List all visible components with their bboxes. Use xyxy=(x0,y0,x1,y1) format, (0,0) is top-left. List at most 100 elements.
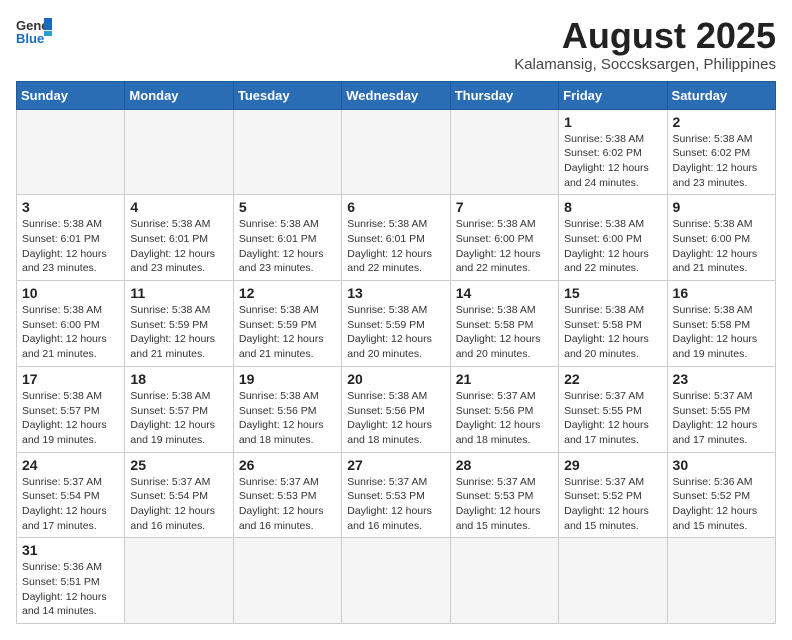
weekday-header-sunday: Sunday xyxy=(17,81,125,109)
day-number: 18 xyxy=(130,371,227,387)
day-info: Sunrise: 5:38 AM Sunset: 6:00 PM Dayligh… xyxy=(22,303,119,362)
calendar-day-cell: 6 Sunrise: 5:38 AM Sunset: 6:01 PM Daylig… xyxy=(342,195,450,281)
calendar-day-cell: 27Sunrise: 5:37 AM Sunset: 5:53 PM Dayli… xyxy=(342,452,450,538)
calendar-day-cell: 21 Sunrise: 5:37 AM Sunset: 5:56 PM Dayli… xyxy=(450,366,558,452)
calendar-day-cell xyxy=(450,109,558,195)
calendar-day-cell: 9 Sunrise: 5:38 AM Sunset: 6:00 PM Daylig… xyxy=(667,195,775,281)
day-info: Sunrise: 5:38 AM Sunset: 6:01 PM Dayligh… xyxy=(239,217,336,276)
calendar-day-cell xyxy=(17,109,125,195)
day-number: 12 xyxy=(239,285,336,301)
day-number: 29 xyxy=(564,457,661,473)
day-number: 16 xyxy=(673,285,770,301)
day-info: Sunrise: 5:38 AM Sunset: 6:01 PM Dayligh… xyxy=(130,217,227,276)
calendar-week-row: 31 Sunrise: 5:36 AM Sunset: 5:51 PM Dayli… xyxy=(17,538,776,624)
day-info: Sunrise: 5:36 AM Sunset: 5:51 PM Dayligh… xyxy=(22,560,119,619)
calendar-day-cell: 22Sunrise: 5:37 AM Sunset: 5:55 PM Dayli… xyxy=(559,366,667,452)
day-info: Sunrise: 5:38 AM Sunset: 5:59 PM Dayligh… xyxy=(130,303,227,362)
calendar-day-cell: 10Sunrise: 5:38 AM Sunset: 6:00 PM Dayli… xyxy=(17,281,125,367)
day-number: 21 xyxy=(456,371,553,387)
day-info: Sunrise: 5:37 AM Sunset: 5:54 PM Dayligh… xyxy=(130,475,227,534)
day-number: 14 xyxy=(456,285,553,301)
day-number: 25 xyxy=(130,457,227,473)
day-number: 11 xyxy=(130,285,227,301)
calendar-day-cell: 12 Sunrise: 5:38 AM Sunset: 5:59 PM Dayli… xyxy=(233,281,341,367)
calendar-day-cell: 17Sunrise: 5:38 AM Sunset: 5:57 PM Dayli… xyxy=(17,366,125,452)
day-info: Sunrise: 5:37 AM Sunset: 5:56 PM Dayligh… xyxy=(456,389,553,448)
calendar-day-cell: 5 Sunrise: 5:38 AM Sunset: 6:01 PM Daylig… xyxy=(233,195,341,281)
weekday-header-saturday: Saturday xyxy=(667,81,775,109)
calendar-day-cell xyxy=(559,538,667,624)
calendar-header: SundayMondayTuesdayWednesdayThursdayFrid… xyxy=(17,81,776,109)
calendar-day-cell: 11 Sunrise: 5:38 AM Sunset: 5:59 PM Dayli… xyxy=(125,281,233,367)
calendar-week-row: 3Sunrise: 5:38 AM Sunset: 6:01 PM Daylig… xyxy=(17,195,776,281)
calendar-day-cell: 8 Sunrise: 5:38 AM Sunset: 6:00 PM Daylig… xyxy=(559,195,667,281)
day-info: Sunrise: 5:38 AM Sunset: 6:02 PM Dayligh… xyxy=(673,132,770,191)
calendar-day-cell: 28Sunrise: 5:37 AM Sunset: 5:53 PM Dayli… xyxy=(450,452,558,538)
calendar-day-cell: 16 Sunrise: 5:38 AM Sunset: 5:58 PM Dayli… xyxy=(667,281,775,367)
day-number: 19 xyxy=(239,371,336,387)
weekday-header-thursday: Thursday xyxy=(450,81,558,109)
day-number: 9 xyxy=(673,199,770,215)
day-number: 31 xyxy=(22,542,119,558)
day-info: Sunrise: 5:38 AM Sunset: 6:02 PM Dayligh… xyxy=(564,132,661,191)
day-info: Sunrise: 5:38 AM Sunset: 5:58 PM Dayligh… xyxy=(564,303,661,362)
calendar-day-cell: 2Sunrise: 5:38 AM Sunset: 6:02 PM Daylig… xyxy=(667,109,775,195)
calendar-week-row: 1 Sunrise: 5:38 AM Sunset: 6:02 PM Daylig… xyxy=(17,109,776,195)
day-number: 8 xyxy=(564,199,661,215)
day-info: Sunrise: 5:38 AM Sunset: 5:57 PM Dayligh… xyxy=(130,389,227,448)
calendar-day-cell: 3Sunrise: 5:38 AM Sunset: 6:01 PM Daylig… xyxy=(17,195,125,281)
calendar-day-cell xyxy=(125,109,233,195)
logo: General Blue xyxy=(16,16,52,46)
calendar-body: 1 Sunrise: 5:38 AM Sunset: 6:02 PM Daylig… xyxy=(17,109,776,624)
weekday-header-tuesday: Tuesday xyxy=(233,81,341,109)
day-info: Sunrise: 5:38 AM Sunset: 6:01 PM Dayligh… xyxy=(347,217,444,276)
day-number: 30 xyxy=(673,457,770,473)
day-info: Sunrise: 5:38 AM Sunset: 6:00 PM Dayligh… xyxy=(673,217,770,276)
day-number: 4 xyxy=(130,199,227,215)
weekday-header-monday: Monday xyxy=(125,81,233,109)
calendar-day-cell: 25 Sunrise: 5:37 AM Sunset: 5:54 PM Dayli… xyxy=(125,452,233,538)
day-number: 7 xyxy=(456,199,553,215)
calendar-day-cell: 23Sunrise: 5:37 AM Sunset: 5:55 PM Dayli… xyxy=(667,366,775,452)
calendar-day-cell: 1 Sunrise: 5:38 AM Sunset: 6:02 PM Daylig… xyxy=(559,109,667,195)
day-info: Sunrise: 5:36 AM Sunset: 5:52 PM Dayligh… xyxy=(673,475,770,534)
day-info: Sunrise: 5:37 AM Sunset: 5:53 PM Dayligh… xyxy=(456,475,553,534)
generalblue-logo-icon: General Blue xyxy=(16,16,52,46)
calendar-day-cell: 29 Sunrise: 5:37 AM Sunset: 5:52 PM Dayli… xyxy=(559,452,667,538)
day-info: Sunrise: 5:37 AM Sunset: 5:53 PM Dayligh… xyxy=(239,475,336,534)
day-info: Sunrise: 5:37 AM Sunset: 5:53 PM Dayligh… xyxy=(347,475,444,534)
calendar-table: SundayMondayTuesdayWednesdayThursdayFrid… xyxy=(16,81,776,625)
day-number: 5 xyxy=(239,199,336,215)
day-info: Sunrise: 5:38 AM Sunset: 6:00 PM Dayligh… xyxy=(456,217,553,276)
day-info: Sunrise: 5:38 AM Sunset: 5:59 PM Dayligh… xyxy=(239,303,336,362)
calendar-day-cell: 14Sunrise: 5:38 AM Sunset: 5:58 PM Dayli… xyxy=(450,281,558,367)
calendar-day-cell: 26 Sunrise: 5:37 AM Sunset: 5:53 PM Dayli… xyxy=(233,452,341,538)
calendar-day-cell: 13Sunrise: 5:38 AM Sunset: 5:59 PM Dayli… xyxy=(342,281,450,367)
day-number: 24 xyxy=(22,457,119,473)
day-info: Sunrise: 5:38 AM Sunset: 6:00 PM Dayligh… xyxy=(564,217,661,276)
month-year-title: August 2025 xyxy=(514,16,776,56)
day-number: 6 xyxy=(347,199,444,215)
calendar-day-cell: 19Sunrise: 5:38 AM Sunset: 5:56 PM Dayli… xyxy=(233,366,341,452)
calendar-day-cell xyxy=(342,538,450,624)
day-number: 20 xyxy=(347,371,444,387)
day-info: Sunrise: 5:37 AM Sunset: 5:55 PM Dayligh… xyxy=(673,389,770,448)
day-number: 15 xyxy=(564,285,661,301)
calendar-day-cell xyxy=(233,538,341,624)
calendar-day-cell xyxy=(125,538,233,624)
weekday-header-row: SundayMondayTuesdayWednesdayThursdayFrid… xyxy=(17,81,776,109)
day-number: 26 xyxy=(239,457,336,473)
day-info: Sunrise: 5:38 AM Sunset: 6:01 PM Dayligh… xyxy=(22,217,119,276)
calendar-day-cell xyxy=(450,538,558,624)
calendar-day-cell: 31 Sunrise: 5:36 AM Sunset: 5:51 PM Dayli… xyxy=(17,538,125,624)
day-info: Sunrise: 5:37 AM Sunset: 5:55 PM Dayligh… xyxy=(564,389,661,448)
day-info: Sunrise: 5:38 AM Sunset: 5:56 PM Dayligh… xyxy=(347,389,444,448)
day-info: Sunrise: 5:37 AM Sunset: 5:52 PM Dayligh… xyxy=(564,475,661,534)
calendar-day-cell: 4 Sunrise: 5:38 AM Sunset: 6:01 PM Daylig… xyxy=(125,195,233,281)
weekday-header-wednesday: Wednesday xyxy=(342,81,450,109)
day-number: 13 xyxy=(347,285,444,301)
day-number: 1 xyxy=(564,114,661,130)
calendar-week-row: 10Sunrise: 5:38 AM Sunset: 6:00 PM Dayli… xyxy=(17,281,776,367)
day-info: Sunrise: 5:38 AM Sunset: 5:58 PM Dayligh… xyxy=(673,303,770,362)
calendar-day-cell xyxy=(667,538,775,624)
